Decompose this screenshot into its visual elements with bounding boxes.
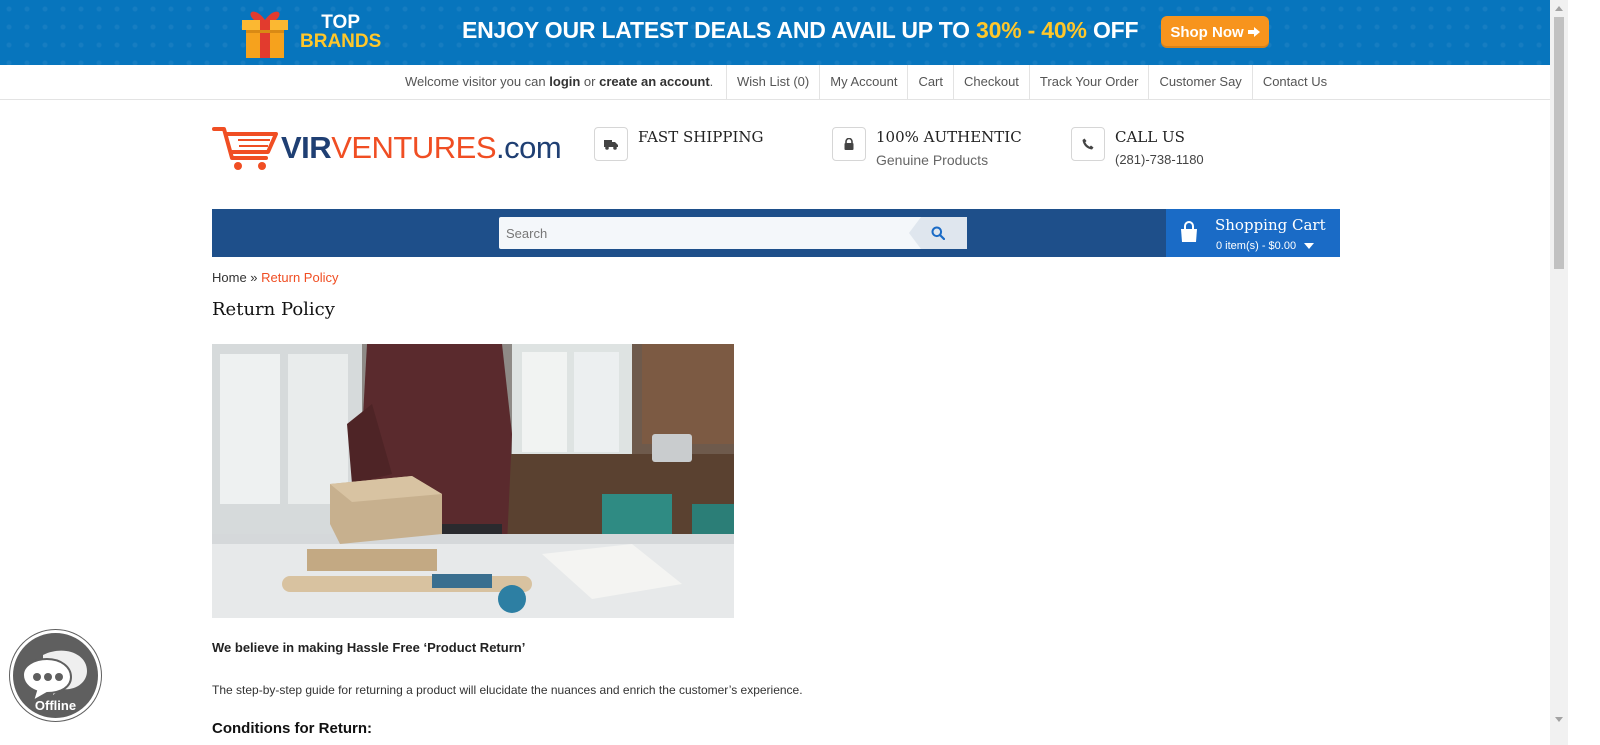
breadcrumb: Home » Return Policy (212, 270, 338, 285)
login-link[interactable]: login (549, 74, 580, 89)
scrollbar-thumb[interactable] (1554, 17, 1564, 269)
live-chat-widget[interactable]: Offline (9, 629, 102, 722)
gift-icon (242, 11, 288, 58)
account-links: Wish List (0) My Account Cart Checkout T… (726, 65, 1337, 99)
breadcrumb-current[interactable]: Return Policy (261, 270, 338, 285)
feature-subtitle: Genuine Products (876, 152, 989, 168)
conditions-heading: Conditions for Return: (212, 720, 372, 737)
cart-link[interactable]: Cart (907, 65, 953, 99)
return-policy-image (212, 344, 734, 618)
shopping-cart-button[interactable]: Shopping Cart 0 item(s) - $0.00 (1166, 209, 1340, 257)
breadcrumb-separator: » (246, 270, 262, 285)
top-brands-label: TOP BRANDS (300, 13, 381, 51)
contact-us-link[interactable]: Contact Us (1251, 65, 1337, 99)
welcome-prefix: Welcome visitor you can (405, 74, 550, 89)
create-account-link[interactable]: create an account (599, 74, 710, 89)
customer-say-link[interactable]: Customer Say (1148, 65, 1251, 99)
page-title: Return Policy (212, 299, 335, 320)
my-account-link[interactable]: My Account (819, 65, 907, 99)
top-links-bar: Welcome visitor you can login or create … (0, 65, 1550, 100)
shop-now-button[interactable]: Shop Now (1161, 16, 1269, 48)
truck-icon (594, 127, 628, 161)
scroll-up-arrow-icon[interactable] (1555, 6, 1563, 11)
shop-now-label: Shop Now (1170, 23, 1244, 41)
cart-title: Shopping Cart (1215, 216, 1326, 234)
logo-part-ventures: VENTURES (331, 130, 496, 165)
top-brands-line1: TOP (321, 12, 360, 33)
phone-icon (1071, 127, 1105, 161)
logo-part-com: .com (496, 130, 562, 165)
logo-part-vir: VIR (281, 130, 332, 165)
welcome-text: Welcome visitor you can login or create … (405, 74, 713, 89)
feature-title: 100% AUTHENTIC (876, 128, 1022, 146)
welcome-period: . (709, 74, 714, 89)
cart-summary-text: 0 item(s) - $0.00 (1216, 240, 1297, 252)
promo-headline: ENJOY OUR LATEST DEALS AND AVAIL UP TO 3… (462, 17, 1139, 44)
wish-list-link[interactable]: Wish List (0) (726, 65, 819, 99)
cart-summary: 0 item(s) - $0.00 (1216, 240, 1315, 252)
welcome-or: or (580, 74, 600, 89)
promo-text-end: OFF (1086, 17, 1139, 43)
top-brands-line2: BRANDS (300, 31, 382, 52)
promo-text-main: ENJOY OUR LATEST DEALS AND AVAIL UP TO (462, 17, 977, 43)
promo-banner[interactable]: TOP BRANDS ENJOY OUR LATEST DEALS AND AV… (0, 0, 1584, 65)
search-input[interactable] (499, 217, 913, 249)
track-order-link[interactable]: Track Your Order (1028, 65, 1149, 99)
phone-number[interactable]: (281)-738-1180 (1115, 152, 1204, 167)
caret-down-icon (1304, 243, 1315, 250)
lead-statement: We believe in making Hassle Free ‘Produc… (212, 640, 526, 655)
feature-title: CALL US (1115, 128, 1185, 146)
chat-status: Offline (34, 698, 77, 713)
search-nav-bar: Shopping Cart 0 item(s) - $0.00 (212, 209, 1340, 257)
search-button[interactable] (909, 217, 967, 249)
arrow-right-icon (1247, 27, 1260, 37)
window-edge (1568, 0, 1600, 745)
search-icon (931, 226, 945, 240)
intro-paragraph: The step-by-step guide for returning a p… (212, 683, 803, 697)
site-logo[interactable]: VIRVENTURES.com (281, 130, 562, 166)
lock-icon (832, 127, 866, 161)
search-box (499, 217, 967, 249)
feature-title: FAST SHIPPING (638, 128, 764, 146)
scroll-down-arrow-icon[interactable] (1555, 717, 1563, 722)
shopping-bag-icon (1181, 221, 1197, 242)
checkout-link[interactable]: Checkout (953, 65, 1029, 99)
breadcrumb-home[interactable]: Home (212, 270, 247, 285)
promo-discount: 30% - 40% (976, 17, 1087, 43)
page-scrollbar[interactable] (1550, 0, 1568, 745)
